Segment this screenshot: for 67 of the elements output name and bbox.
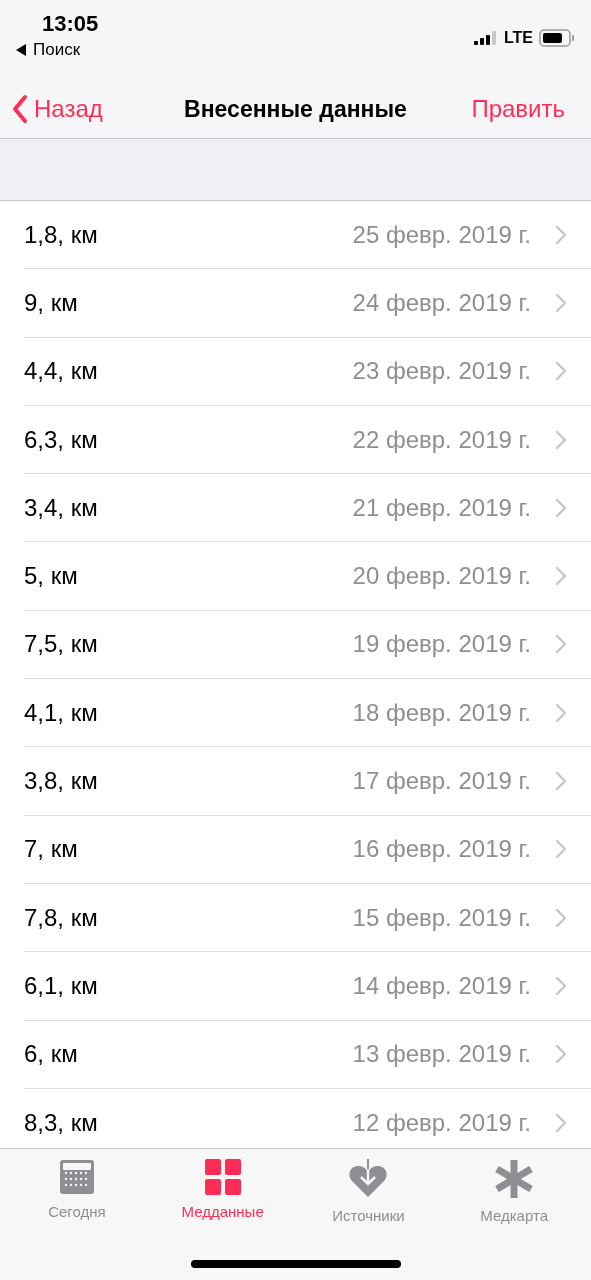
entry-date: 13 февр. 2019 г. xyxy=(352,1039,531,1070)
chevron-right-icon xyxy=(555,634,567,655)
chevron-left-icon xyxy=(12,94,28,124)
list-row[interactable]: 5, км 20 февр. 2019 г. xyxy=(24,542,591,611)
nav-title: Внесенные данные xyxy=(184,94,407,124)
chevron-right-icon xyxy=(555,429,567,450)
distance-value: 4,4, км xyxy=(24,356,98,387)
entry-date: 17 февр. 2019 г. xyxy=(352,766,531,796)
list-row[interactable]: 9, км 24 февр. 2019 г. xyxy=(24,269,591,338)
entry-date: 21 февр. 2019 г. xyxy=(352,492,531,523)
battery-icon xyxy=(539,29,575,47)
heart-download-icon xyxy=(348,1159,389,1199)
distance-value: 1,8, км xyxy=(24,219,98,250)
back-to-app-link[interactable]: Поиск xyxy=(33,40,81,60)
entry-date: 25 февр. 2019 г. xyxy=(352,219,531,250)
entry-date: 16 февр. 2019 г. xyxy=(352,834,531,865)
back-triangle-icon[interactable] xyxy=(16,44,27,56)
entry-date: 20 февр. 2019 г. xyxy=(352,561,531,592)
distance-value: 8,3, км xyxy=(24,1107,98,1138)
list-row[interactable]: 4,1, км 18 февр. 2019 г. xyxy=(24,679,591,748)
entry-date: 24 февр. 2019 г. xyxy=(352,287,531,318)
list-row[interactable]: 7,5, км 19 февр. 2019 г. xyxy=(24,610,591,680)
list-row[interactable]: 3,8, км 17 февр. 2019 г. xyxy=(24,747,591,816)
chevron-right-icon xyxy=(555,1044,567,1065)
entry-date: 23 февр. 2019 г. xyxy=(352,356,531,387)
list-row[interactable]: 3,4, км 21 февр. 2019 г. xyxy=(24,474,591,543)
calendar-icon xyxy=(58,1159,95,1195)
distance-value: 9, км xyxy=(24,287,78,318)
chevron-right-icon xyxy=(555,361,567,382)
entry-date: 14 февр. 2019 г. xyxy=(352,970,531,1001)
status-time: 13:05 xyxy=(41,10,99,38)
network-label: LTE xyxy=(503,28,533,48)
distance-value: 3,8, км xyxy=(24,766,98,796)
entry-date: 19 февр. 2019 г. xyxy=(352,629,531,660)
chevron-right-icon xyxy=(555,771,567,791)
chevron-right-icon xyxy=(555,292,567,313)
chevron-right-icon xyxy=(555,1112,567,1133)
list-row[interactable]: 1,8, км 25 февр. 2019 г. xyxy=(24,201,591,270)
list-row[interactable]: 7, км 16 февр. 2019 г. xyxy=(24,815,591,884)
grid-icon xyxy=(204,1159,241,1195)
distance-value: 3,4, км xyxy=(24,492,98,523)
chevron-right-icon xyxy=(555,702,567,723)
entry-date: 15 февр. 2019 г. xyxy=(352,902,531,933)
asterisk-icon xyxy=(495,1159,534,1199)
entry-date: 12 февр. 2019 г. xyxy=(352,1107,531,1138)
chevron-right-icon xyxy=(555,907,567,928)
chevron-right-icon xyxy=(555,566,567,587)
distance-value: 5, км xyxy=(24,561,78,592)
list-row[interactable]: 4,4, км 23 февр. 2019 г. xyxy=(24,337,591,406)
list-row[interactable]: 6,3, км 22 февр. 2019 г. xyxy=(24,405,591,475)
distance-value: 7, км xyxy=(24,834,78,865)
chevron-right-icon xyxy=(555,839,567,860)
distance-value: 6, км xyxy=(24,1039,78,1070)
list-row[interactable]: 6, км 13 февр. 2019 г. xyxy=(24,1020,591,1089)
entry-date: 22 февр. 2019 г. xyxy=(352,424,531,455)
signal-icon xyxy=(473,31,498,45)
entry-date: 18 февр. 2019 г. xyxy=(352,697,531,728)
distance-value: 7,5, км xyxy=(24,629,98,660)
list-row[interactable]: 6,1, км 14 февр. 2019 г. xyxy=(24,952,591,1021)
chevron-right-icon xyxy=(555,975,567,996)
chevron-right-icon xyxy=(555,497,567,518)
distance-value: 4,1, км xyxy=(24,697,98,728)
list-row[interactable]: 7,8, км 15 февр. 2019 г. xyxy=(24,883,591,953)
distance-value: 7,8, км xyxy=(24,902,98,933)
distance-value: 6,1, км xyxy=(24,970,98,1001)
chevron-right-icon xyxy=(555,224,567,245)
distance-value: 6,3, км xyxy=(24,424,98,455)
